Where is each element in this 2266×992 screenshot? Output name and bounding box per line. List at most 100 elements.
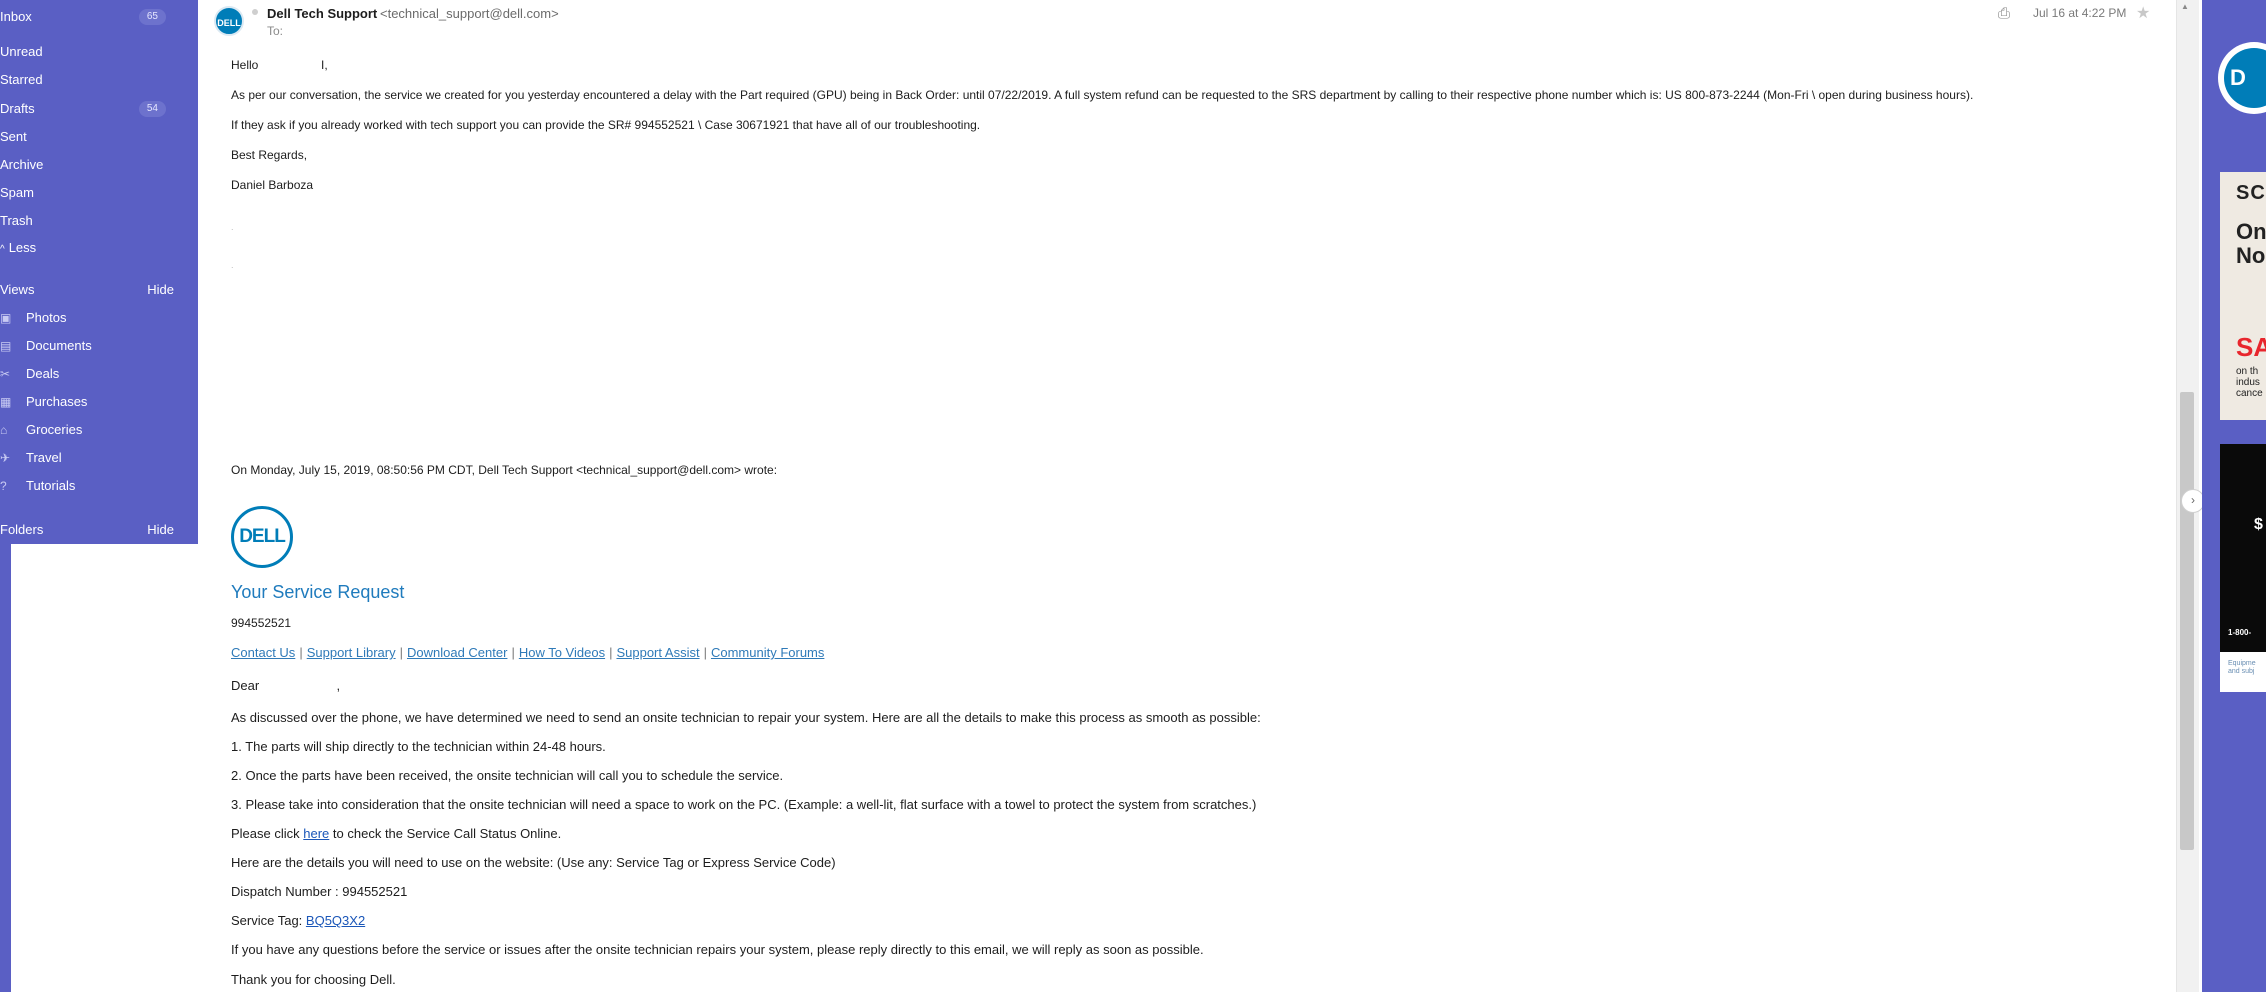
- document-icon: ▤: [0, 339, 12, 353]
- sidebar-item-label: Inbox: [0, 9, 32, 24]
- folders-header: Folders Hide: [0, 518, 198, 542]
- quoted-step-1: 1. The parts will ship directly to the t…: [231, 739, 606, 754]
- sidebar-item-inbox[interactable]: Inbox 65: [0, 5, 198, 29]
- ad-text: On No: [2236, 219, 2266, 268]
- view-item-photos[interactable]: ▣ Photos: [0, 306, 198, 330]
- view-item-deals[interactable]: ✂ Deals: [0, 362, 198, 386]
- spacer-mark: .: [231, 222, 234, 232]
- unread-count-badge: 65: [138, 9, 166, 25]
- email-paragraph-2: If they ask if you already worked with t…: [231, 118, 981, 132]
- ad-phone: 1-800-: [2228, 628, 2252, 637]
- status-dot: [252, 9, 258, 15]
- print-icon[interactable]: ⎙: [1998, 5, 2014, 22]
- quoted-details: Here are the details you will need to us…: [231, 855, 836, 870]
- click-pre: Please click: [231, 826, 300, 841]
- sidebar-item-archive[interactable]: Archive: [0, 153, 198, 177]
- dear-word: Dear: [231, 678, 260, 693]
- view-item-label: Tutorials: [26, 478, 76, 493]
- star-icon[interactable]: ★: [2136, 3, 2150, 23]
- sidebar-item-label: Archive: [0, 157, 44, 172]
- greeting-word: Hello: [231, 58, 259, 72]
- sender-avatar: DELL: [214, 6, 244, 36]
- scissors-icon: ✂: [0, 367, 11, 381]
- sidebar-item-label: Trash: [0, 213, 33, 228]
- view-item-label: Travel: [26, 450, 62, 465]
- folders-title: Folders: [0, 522, 44, 537]
- views-hide-button[interactable]: Hide: [147, 278, 174, 302]
- spacer-mark: .: [231, 260, 234, 270]
- ad-banner-1[interactable]: SC On No SA on th indus cance: [2220, 172, 2266, 420]
- photo-icon: ▣: [0, 311, 12, 325]
- sidebar-item-starred[interactable]: Starred: [0, 68, 198, 92]
- sidebar-item-drafts[interactable]: Drafts 54: [0, 97, 198, 121]
- sidebar-item-label: Drafts: [0, 101, 35, 116]
- view-item-label: Deals: [26, 366, 60, 381]
- view-item-label: Purchases: [26, 394, 88, 409]
- link-download-center[interactable]: Download Center: [407, 645, 507, 660]
- quoted-questions: If you have any questions before the ser…: [231, 942, 1204, 957]
- email-view: DELL Dell Tech Support <technical_suppor…: [198, 0, 2176, 992]
- quoted-intro: As discussed over the phone, we have det…: [231, 710, 1261, 725]
- ad-banner-2[interactable]: $ 1-800- Equipme and subj: [2220, 444, 2266, 692]
- dell-logo: DELL: [231, 506, 293, 568]
- quoted-step-3: 3. Please take into consideration that t…: [231, 797, 1257, 812]
- receipt-icon: ▦: [0, 395, 12, 409]
- view-item-travel[interactable]: ✈ Travel: [0, 446, 198, 470]
- here-link[interactable]: here: [303, 826, 329, 841]
- sidebar-item-label: Starred: [0, 72, 43, 87]
- sidebar: Inbox 65 Unread Starred Drafts 54 Sent A…: [0, 0, 198, 544]
- sidebar-item-label: Sent: [0, 129, 27, 144]
- view-item-groceries[interactable]: ⌂ Groceries: [0, 418, 198, 442]
- ad-price: $: [2254, 516, 2263, 533]
- views-title: Views: [0, 282, 35, 297]
- dispatch-number: Dispatch Number : 994552521: [231, 884, 408, 899]
- ad-fine-print: Equipme and subj: [2228, 660, 2256, 675]
- basket-icon: ⌂: [0, 423, 8, 437]
- support-links: Contact Us | Support Library | Download Cent…: [231, 645, 825, 660]
- less-label: Less: [8, 240, 37, 255]
- sidebar-strip: [0, 544, 11, 992]
- to-label: To:: [267, 24, 284, 38]
- link-support-library[interactable]: Support Library: [307, 645, 396, 660]
- sidebar-item-trash[interactable]: Trash: [0, 209, 198, 233]
- email-signer: Daniel Barboza: [231, 178, 314, 192]
- scrollbar-thumb[interactable]: [2180, 392, 2194, 850]
- email-date: Jul 16 at 4:22 PM: [2033, 6, 2127, 20]
- drafts-count-badge: 54: [138, 101, 166, 117]
- link-how-to-videos[interactable]: How To Videos: [519, 645, 605, 660]
- sidebar-item-label: Unread: [0, 44, 43, 59]
- sidebar-item-label: Spam: [0, 185, 34, 200]
- status-link-line: Please click here to check the Service C…: [231, 826, 561, 841]
- service-request-number: 994552521: [231, 616, 292, 630]
- link-support-assist[interactable]: Support Assist: [616, 645, 699, 660]
- service-tag-link[interactable]: BQ5Q3X2: [306, 913, 365, 928]
- email-paragraph-1: As per our conversation, the service we …: [231, 88, 1974, 102]
- ad-text: SC: [2236, 182, 2266, 204]
- scroll-up-arrow-icon[interactable]: ▲: [2181, 2, 2189, 11]
- quoted-thanks: Thank you for choosing Dell.: [231, 972, 396, 987]
- ad-small-text: on th indus cance: [2236, 366, 2263, 399]
- service-tag-label: Service Tag:: [231, 913, 303, 928]
- greeting-end: I,: [321, 58, 328, 72]
- view-item-label: Documents: [26, 338, 92, 353]
- plane-icon: ✈: [0, 451, 11, 465]
- view-item-purchases[interactable]: ▦ Purchases: [0, 390, 198, 414]
- link-community-forums[interactable]: Community Forums: [711, 645, 824, 660]
- ad-fine-print-box: Equipme and subj: [2220, 652, 2266, 692]
- dear-end: ,: [336, 678, 341, 693]
- view-item-documents[interactable]: ▤ Documents: [0, 334, 198, 358]
- sidebar-item-sent[interactable]: Sent: [0, 125, 198, 149]
- click-post: to check the Service Call Status Online.: [332, 826, 562, 841]
- sidebar-item-unread[interactable]: Unread: [0, 40, 198, 64]
- ad-sale-text: SA: [2236, 332, 2266, 362]
- sidebar-item-spam[interactable]: Spam: [0, 181, 198, 205]
- folders-hide-button[interactable]: Hide: [147, 518, 174, 542]
- sender-name[interactable]: Dell Tech Support: [267, 6, 377, 21]
- view-item-tutorials[interactable]: ? Tutorials: [0, 474, 198, 498]
- email-signoff: Best Regards,: [231, 148, 308, 162]
- quoted-step-2: 2. Once the parts have been received, th…: [231, 768, 784, 783]
- less-toggle[interactable]: ^ Less: [0, 236, 198, 260]
- view-item-label: Groceries: [26, 422, 83, 437]
- link-contact-us[interactable]: Contact Us: [231, 645, 295, 660]
- greeting: Hello I,: [231, 58, 328, 72]
